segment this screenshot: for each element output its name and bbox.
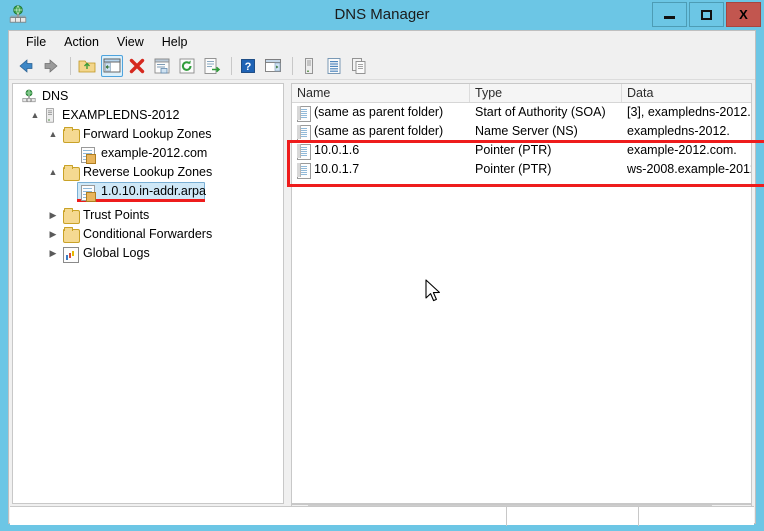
maximize-button[interactable]: [689, 2, 724, 27]
server-icon: [44, 108, 56, 123]
window-controls: X: [650, 2, 761, 27]
chevron-collapsed-icon[interactable]: ▶: [47, 225, 59, 244]
up-folder-icon[interactable]: [76, 55, 98, 77]
cell-type: Name Server (NS): [475, 122, 623, 141]
client-area: File Action View Help: [8, 30, 756, 524]
tree-node-exampledns-2012[interactable]: ▲ EXAMPLEDNS-2012: [13, 106, 283, 125]
folder-icon: [63, 210, 80, 224]
show-hide-action-pane-icon[interactable]: [262, 55, 284, 77]
records-list-pane[interactable]: Name Type Data (same as parent folder) S…: [291, 83, 752, 504]
column-header-data[interactable]: Data: [622, 84, 751, 102]
tree-node-global-logs[interactable]: ▶ Global Logs: [13, 244, 283, 263]
table-row[interactable]: 10.0.1.7 Pointer (PTR) ws-2008.example-2…: [292, 160, 751, 179]
export-list-icon[interactable]: [201, 55, 223, 77]
zone-icon: [81, 185, 95, 201]
dns-record-icon: [297, 106, 311, 122]
menu-bar: File Action View Help: [9, 31, 755, 53]
tree-node-label: example-2012.com: [101, 144, 207, 163]
tree-node-example-2012-com[interactable]: example-2012.com: [13, 144, 283, 163]
chevron-expanded-icon[interactable]: ▲: [29, 106, 41, 125]
minimize-button[interactable]: [652, 2, 687, 27]
tree-node-label: DNS: [42, 87, 68, 106]
cell-data: ws-2008.example-2012.co: [627, 160, 752, 179]
dns-manager-window: DNS Manager X File Action View Help: [0, 0, 764, 531]
toolbar-separator-3: [292, 57, 293, 75]
menu-file[interactable]: File: [17, 33, 55, 51]
tree-node-forward-lookup-zones[interactable]: ▲ Forward Lookup Zones: [13, 125, 283, 144]
cell-data: [3], exampledns-2012., ho: [627, 103, 752, 122]
status-panel-second: [507, 507, 639, 526]
chevron-expanded-icon[interactable]: ▲: [47, 125, 59, 144]
table-row[interactable]: 10.0.1.6 Pointer (PTR) example-2012.com.: [292, 141, 751, 160]
minimize-icon: [664, 16, 675, 19]
menu-help[interactable]: Help: [153, 33, 197, 51]
cell-type: Start of Authority (SOA): [475, 103, 623, 122]
show-hide-console-tree-icon[interactable]: [101, 55, 123, 77]
status-panel-main: [10, 507, 507, 526]
column-header-name[interactable]: Name: [292, 84, 470, 102]
toolbar-separator-2: [231, 57, 232, 75]
cell-name: (same as parent folder): [314, 103, 472, 122]
folder-icon: [63, 167, 80, 181]
folder-icon: [63, 129, 80, 143]
table-row[interactable]: (same as parent folder) Name Server (NS)…: [292, 122, 751, 141]
tree-node-label: EXAMPLEDNS-2012: [62, 106, 179, 125]
server-icon[interactable]: [298, 55, 320, 77]
cell-type: Pointer (PTR): [475, 141, 623, 160]
zone-icon: [81, 147, 95, 163]
menu-action[interactable]: Action: [55, 33, 108, 51]
table-row[interactable]: (same as parent folder) Start of Authori…: [292, 103, 751, 122]
refresh-icon[interactable]: [176, 55, 198, 77]
cell-name: (same as parent folder): [314, 122, 472, 141]
dns-record-icon: [297, 125, 311, 141]
tree-node-label: Conditional Forwarders: [83, 225, 212, 244]
tree-node-conditional-forwarders[interactable]: ▶ Conditional Forwarders: [13, 225, 283, 244]
tree-node-1-0-10-in-addr-arpa[interactable]: 1.0.10.in-addr.arpa: [13, 182, 283, 203]
tree-node-label: Global Logs: [83, 244, 150, 263]
dns-root-icon: [21, 89, 37, 104]
tree-node-label: Trust Points: [83, 206, 149, 225]
console-tree-pane[interactable]: DNS ▲ EXAMPLEDNS-2012: [12, 83, 284, 504]
copy-icon[interactable]: [348, 55, 370, 77]
menu-view[interactable]: View: [108, 33, 153, 51]
tree-node-label: Forward Lookup Zones: [83, 125, 212, 144]
chevron-expanded-icon[interactable]: ▲: [47, 163, 59, 182]
status-panel-third: [639, 507, 752, 526]
column-header-type[interactable]: Type: [470, 84, 622, 102]
tree-node-reverse-lookup-zones[interactable]: ▲ Reverse Lookup Zones: [13, 163, 283, 182]
tree-node-label: Reverse Lookup Zones: [83, 163, 212, 182]
tree-node-label: 1.0.10.in-addr.arpa: [101, 182, 206, 201]
dns-record-icon: [297, 163, 311, 179]
forward-icon[interactable]: [40, 55, 62, 77]
cell-name: 10.0.1.6: [314, 141, 472, 160]
title-bar: DNS Manager X: [0, 0, 764, 30]
toolbar: ?: [9, 53, 755, 80]
help-icon[interactable]: ?: [237, 55, 259, 77]
toolbar-separator: [70, 57, 71, 75]
chevron-collapsed-icon[interactable]: ▶: [47, 206, 59, 225]
properties-icon[interactable]: [151, 55, 173, 77]
svg-text:?: ?: [245, 61, 252, 73]
tree-node-trust-points[interactable]: ▶ Trust Points: [13, 206, 283, 225]
status-bar: [10, 506, 754, 525]
maximize-icon: [701, 10, 712, 20]
close-button[interactable]: X: [726, 2, 761, 27]
dns-record-icon: [297, 144, 311, 160]
list-column-header: Name Type Data: [292, 84, 751, 103]
cell-data: example-2012.com.: [627, 141, 752, 160]
delete-icon[interactable]: [126, 55, 148, 77]
cell-name: 10.0.1.7: [314, 160, 472, 179]
cell-data: exampledns-2012.: [627, 122, 752, 141]
cell-type: Pointer (PTR): [475, 160, 623, 179]
chevron-collapsed-icon[interactable]: ▶: [47, 244, 59, 263]
tree-node-dns[interactable]: DNS: [13, 87, 283, 106]
new-zone-icon[interactable]: [323, 55, 345, 77]
logs-icon: [63, 247, 79, 263]
folder-icon: [63, 229, 80, 243]
back-icon[interactable]: [15, 55, 37, 77]
